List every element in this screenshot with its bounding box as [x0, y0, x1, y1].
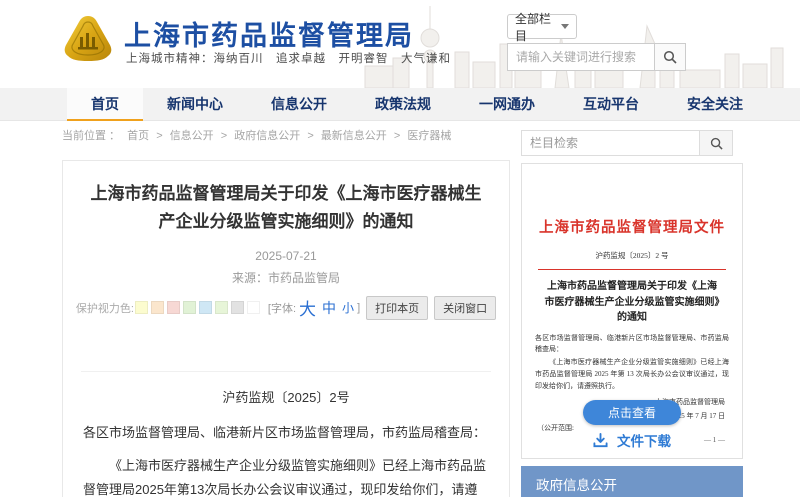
- article-divider: [81, 371, 491, 372]
- close-window-button[interactable]: 关闭窗口: [434, 296, 496, 320]
- font-size-medium[interactable]: 中: [322, 298, 336, 318]
- breadcrumb: 当前位置 ： 首页 > 信息公开 > 政府信息公开 > 最新信息公开 > 医疗器…: [62, 127, 455, 143]
- nav-item-news[interactable]: 新闻中心: [143, 88, 247, 121]
- print-page-button[interactable]: 打印本页: [366, 296, 428, 320]
- search-category-select[interactable]: 全部栏目: [507, 14, 577, 39]
- search-icon: [710, 137, 723, 150]
- site-slogan: 上海城市精神：海纳百川 追求卓越 开明睿智 大气谦和: [126, 50, 451, 66]
- nav-item-info-disclosure[interactable]: 信息公开: [247, 88, 351, 121]
- preview-doc-paragraph: 《上海市医疗器械生产企业分级监管实施细则》已经上海市药品监督管理局 2025 年…: [535, 357, 729, 393]
- font-size-group: [字体: 大 中 小 ]: [268, 295, 360, 320]
- page: 上海市药品监督管理局 上海城市精神：海纳百川 追求卓越 开明睿智 大气谦和 全部…: [0, 0, 800, 497]
- preview-doc-title: 上海市药品监督管理局关于印发《上海市医疗器械生产企业分级监管实施细则》的通知: [544, 279, 720, 326]
- site-title: 上海市药品监督管理局: [124, 14, 414, 53]
- sidebar-search-button[interactable]: [699, 130, 733, 156]
- sidebar-search: [521, 130, 743, 156]
- breadcrumb-info-disclosure[interactable]: 信息公开: [170, 130, 214, 142]
- agency-logo[interactable]: [62, 13, 114, 65]
- article-panel: 上海市药品监督管理局关于印发《上海市医疗器械生产企业分级监管实施细则》的通知 2…: [62, 160, 510, 497]
- download-icon: [593, 433, 608, 448]
- file-download-link[interactable]: 文件下载: [522, 430, 742, 450]
- site-header: 上海市药品监督管理局 上海城市精神：海纳百川 追求卓越 开明睿智 大气谦和 全部…: [0, 0, 800, 88]
- font-size-large[interactable]: 大: [299, 295, 316, 320]
- vision-color-swatch[interactable]: [215, 301, 228, 314]
- article-title: 上海市药品监督管理局关于印发《上海市医疗器械生产企业分级监管实施细则》的通知: [89, 180, 483, 236]
- article-paragraph: 各区市场监督管理局、临港新片区市场监督管理局，市药监局稽查局：: [83, 421, 489, 445]
- preview-doc-paragraph: 各区市场监督管理局、临港新片区市场监督管理局、市药监局稽查局：: [535, 333, 729, 357]
- vision-color-swatch[interactable]: [135, 301, 148, 314]
- vision-color-swatch[interactable]: [231, 301, 244, 314]
- vision-color-swatch[interactable]: [247, 301, 260, 314]
- nav-item-online-services[interactable]: 一网通办: [455, 88, 559, 121]
- article-paragraph: 《上海市医疗器械生产企业分级监管实施细则》已经上海市药品监督管理局2025年第1…: [83, 454, 489, 497]
- file-download-label: 文件下载: [617, 430, 671, 450]
- breadcrumb-gov-info[interactable]: 政府信息公开: [234, 130, 300, 142]
- breadcrumb-separator: >: [394, 130, 400, 142]
- breadcrumb-separator: >: [156, 130, 162, 142]
- font-size-label-end: ]: [357, 302, 360, 314]
- search-category-value: 全部栏目: [515, 10, 561, 44]
- chevron-down-icon: [561, 24, 569, 29]
- sidebar-search-input[interactable]: [521, 130, 699, 156]
- breadcrumb-medical-devices[interactable]: 医疗器械: [407, 130, 451, 142]
- font-size-small[interactable]: 小: [342, 299, 354, 316]
- view-document-button[interactable]: 点击查看: [583, 400, 681, 425]
- article-source: 来源：市药品监管局: [63, 269, 509, 286]
- font-size-label: [字体:: [268, 300, 296, 316]
- main-nav: 首页 新闻中心 信息公开 政策法规 一网通办 互动平台 安全关注: [0, 88, 800, 121]
- vision-color-swatch[interactable]: [183, 301, 196, 314]
- article-date: 2025-07-21: [63, 249, 509, 263]
- breadcrumb-separator: >: [307, 130, 313, 142]
- breadcrumb-latest-info[interactable]: 最新信息公开: [321, 130, 387, 142]
- nav-item-home[interactable]: 首页: [67, 88, 143, 121]
- breadcrumb-label: 当前位置 ：: [62, 130, 120, 142]
- sidebar-section-gov-info[interactable]: 政府信息公开: [521, 466, 743, 497]
- document-preview-card[interactable]: 上海市药品监督管理局文件 沪药监规〔2025〕2 号 上海市药品监督管理局关于印…: [521, 163, 743, 459]
- nav-item-policy[interactable]: 政策法规: [351, 88, 455, 121]
- vision-color-label: 保护视力色:: [76, 300, 134, 316]
- vision-color-swatch[interactable]: [151, 301, 164, 314]
- site-search-input[interactable]: [507, 43, 654, 71]
- nav-item-interaction[interactable]: 互动平台: [559, 88, 663, 121]
- site-search: [507, 43, 686, 71]
- vision-color-swatch[interactable]: [199, 301, 212, 314]
- article-toolbar: 保护视力色: [字体: 大 中 小 ] 打印本页 关闭窗口: [63, 295, 509, 320]
- vision-color-swatch[interactable]: [167, 301, 180, 314]
- sidebar: 上海市药品监督管理局文件 沪药监规〔2025〕2 号 上海市药品监督管理局关于印…: [521, 130, 743, 497]
- nav-item-safety[interactable]: 安全关注: [663, 88, 767, 121]
- site-search-button[interactable]: [654, 43, 686, 71]
- search-icon: [663, 50, 677, 64]
- preview-doc-number: 沪药监规〔2025〕2 号: [522, 250, 742, 261]
- document-number: 沪药监规〔2025〕2号: [63, 387, 509, 406]
- preview-doc-header: 上海市药品监督管理局文件: [522, 216, 742, 237]
- breadcrumb-home[interactable]: 首页: [127, 130, 149, 142]
- preview-red-divider: [538, 269, 726, 270]
- breadcrumb-separator: >: [221, 130, 227, 142]
